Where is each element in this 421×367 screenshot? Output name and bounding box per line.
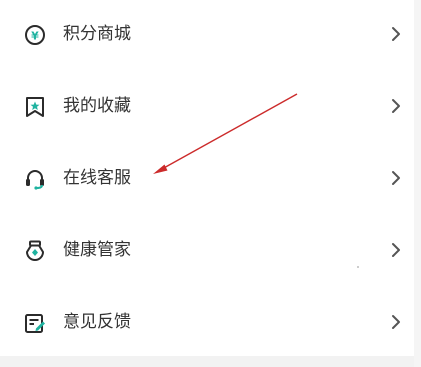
menu-item-health-manager[interactable]: 健康管家 xyxy=(0,216,414,288)
chevron-right-icon xyxy=(390,170,402,186)
menu-item-label: 我的收藏 xyxy=(63,96,131,116)
menu-item-label: 健康管家 xyxy=(63,240,131,260)
svg-text:¥: ¥ xyxy=(31,30,39,43)
menu-item-online-service[interactable]: 在线客服 xyxy=(0,144,414,216)
stray-dot xyxy=(357,266,359,268)
right-edge-strip xyxy=(414,0,421,367)
bookmark-icon xyxy=(24,96,46,118)
menu-item-points-mall[interactable]: ¥ 积分商城 xyxy=(0,0,414,72)
settings-menu: ¥ 积分商城 我的收藏 在线客服 健康管家 意见反馈 xyxy=(0,0,414,356)
points-mall-icon: ¥ xyxy=(24,24,46,46)
chevron-right-icon xyxy=(390,98,402,114)
menu-item-label: 意见反馈 xyxy=(63,312,131,332)
menu-item-label: 积分商城 xyxy=(63,24,131,44)
chevron-right-icon xyxy=(390,26,402,42)
headset-icon xyxy=(24,168,46,190)
health-manager-icon xyxy=(24,240,46,262)
menu-item-label: 在线客服 xyxy=(63,168,131,188)
feedback-icon xyxy=(24,312,46,334)
chevron-right-icon xyxy=(390,314,402,330)
menu-item-feedback[interactable]: 意见反馈 xyxy=(0,288,414,360)
menu-item-favorites[interactable]: 我的收藏 xyxy=(0,72,414,144)
chevron-right-icon xyxy=(390,242,402,258)
